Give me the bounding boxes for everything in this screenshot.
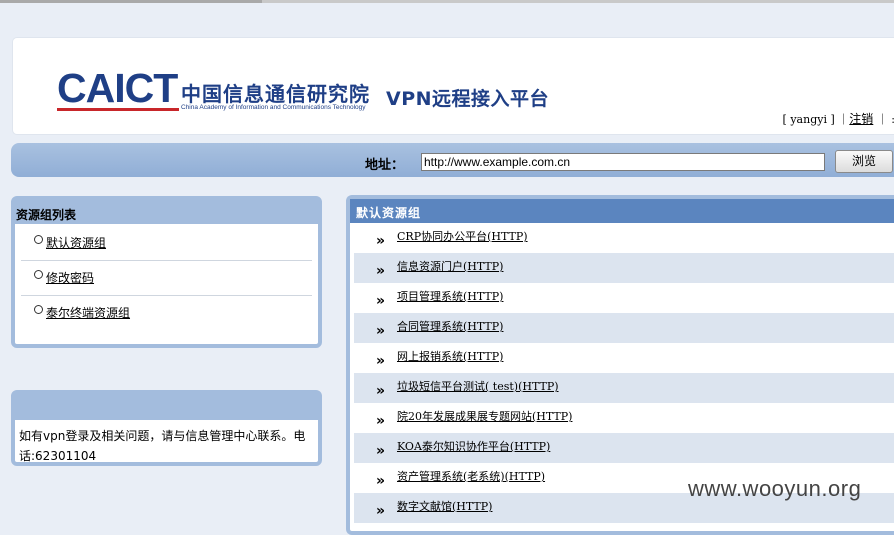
caict-logo: CAICT [57, 65, 178, 111]
user-bracket-close: ] ｜ [826, 113, 850, 126]
resource-row[interactable]: » 合同管理系统(HTTP) [354, 313, 894, 343]
resource-row[interactable]: » 网上报销系统(HTTP) [354, 343, 894, 373]
top-edge [0, 0, 894, 3]
double-chevron-icon: » [376, 413, 386, 429]
org-name-cn: 中国信息通信研究院 [181, 82, 370, 106]
resource-link[interactable]: KOA泰尔知识协作平台(HTTP) [397, 438, 550, 454]
browse-button[interactable]: 浏览 [835, 150, 893, 173]
radio-icon[interactable] [34, 270, 43, 279]
resource-link[interactable]: 数字文献馆(HTTP) [397, 498, 492, 514]
double-chevron-icon: » [376, 383, 386, 399]
user-bar-trail: ｜ : [873, 113, 894, 126]
resource-row[interactable]: » KOA泰尔知识协作平台(HTTP) [354, 433, 894, 463]
resource-group-label[interactable]: 泰尔终端资源组 [46, 304, 130, 321]
top-edge-segment [0, 0, 262, 3]
watermark: www.wooyun.org [688, 476, 862, 501]
resource-group-item[interactable]: 默认资源组 [21, 226, 312, 261]
org-name-en: China Academy of Information and Communi… [181, 104, 366, 111]
double-chevron-icon: » [376, 443, 386, 459]
resource-group-panel: 资源组列表 默认资源组 修改密码 泰尔终端资源组 [11, 196, 322, 348]
address-input[interactable]: http://www.example.com.cn [421, 153, 825, 171]
help-panel: 如有vpn登录及相关问题，请与信息管理中心联系。电话:62301104 [11, 390, 322, 466]
resource-group-list: 默认资源组 修改密码 泰尔终端资源组 [21, 226, 312, 330]
logo-underline [57, 108, 179, 111]
resource-row[interactable]: » 垃圾短信平台测试( test)(HTTP) [354, 373, 894, 403]
double-chevron-icon: » [376, 263, 386, 279]
resource-link[interactable]: 合同管理系统(HTTP) [397, 318, 503, 334]
resource-link[interactable]: 项目管理系统(HTTP) [397, 288, 503, 304]
double-chevron-icon: » [376, 353, 386, 369]
help-title [15, 394, 318, 420]
resource-link[interactable]: 垃圾短信平台测试( test)(HTTP) [397, 378, 559, 394]
resource-link[interactable]: 网上报销系统(HTTP) [397, 348, 503, 364]
double-chevron-icon: » [376, 503, 386, 519]
double-chevron-icon: » [376, 473, 386, 489]
resource-row[interactable]: » 信息资源门户(HTTP) [354, 253, 894, 283]
resource-link[interactable]: 资产管理系统(老系统)(HTTP) [397, 468, 545, 484]
resource-group-title: 资源组列表 [15, 200, 318, 224]
double-chevron-icon: » [376, 293, 386, 309]
site-header: CAICT 中国信息通信研究院 China Academy of Informa… [12, 37, 894, 135]
resource-link[interactable]: CRP协同办公平台(HTTP) [397, 228, 528, 244]
resource-group-item[interactable]: 修改密码 [21, 261, 312, 296]
username: yangyi [790, 113, 827, 126]
resource-row[interactable]: » 院20年发展成果展专题网站(HTTP) [354, 403, 894, 433]
address-label: 地址： [365, 158, 405, 173]
double-chevron-icon: » [376, 233, 386, 249]
resource-group-label[interactable]: 默认资源组 [46, 234, 106, 251]
radio-icon[interactable] [34, 235, 43, 244]
resource-group-label[interactable]: 修改密码 [46, 269, 94, 286]
resource-group-item[interactable]: 泰尔终端资源组 [21, 296, 312, 330]
resource-row[interactable]: » 项目管理系统(HTTP) [354, 283, 894, 313]
resource-link[interactable]: 院20年发展成果展专题网站(HTTP) [397, 408, 572, 424]
double-chevron-icon: » [376, 323, 386, 339]
help-text: 如有vpn登录及相关问题，请与信息管理中心联系。电话:62301104 [19, 429, 306, 463]
resource-list-title: 默认资源组 [350, 199, 894, 223]
radio-icon[interactable] [34, 305, 43, 314]
address-bar: 地址： http://www.example.com.cn 浏览 [11, 143, 894, 177]
logout-link[interactable]: 注销 [849, 112, 873, 126]
resource-row[interactable]: » CRP协同办公平台(HTTP) [354, 223, 894, 253]
app-title: VPN远程接入平台 [386, 88, 550, 110]
resource-link[interactable]: 信息资源门户(HTTP) [397, 258, 503, 274]
user-bar: [ yangyi ] ｜注销 ｜ : [783, 110, 894, 127]
